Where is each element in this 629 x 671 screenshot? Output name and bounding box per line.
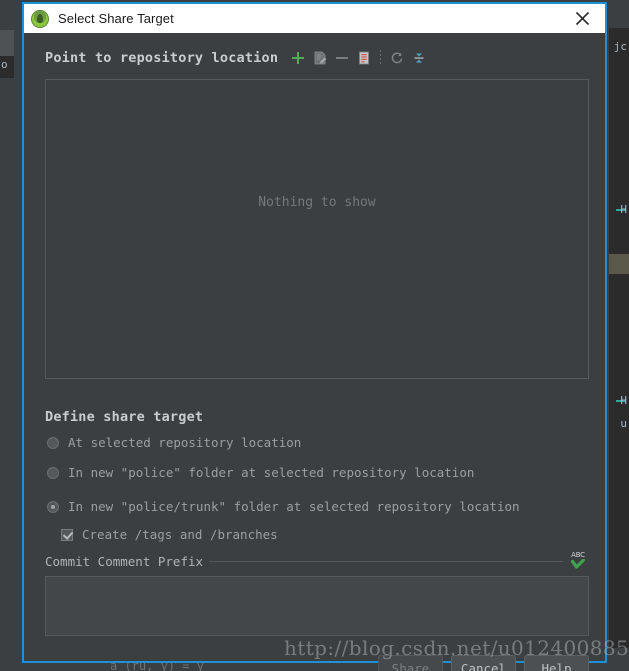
help-button[interactable]: Help: [524, 655, 589, 671]
commit-comment-input[interactable]: [45, 576, 589, 636]
toolbar-separator: [380, 50, 382, 66]
repository-toolbar: Point to repository location: [45, 47, 589, 69]
define-share-target-heading: Define share target: [45, 409, 204, 425]
commit-comment-group-header: Commit Comment Prefix ABC: [45, 551, 589, 569]
add-icon[interactable]: [287, 48, 309, 68]
group-divider: [209, 560, 563, 562]
spellcheck-abc-icon[interactable]: ABC: [567, 549, 589, 571]
refresh-icon[interactable]: [386, 48, 408, 68]
cancel-button[interactable]: Cancel: [451, 655, 516, 671]
background-left-tab: [0, 30, 14, 56]
dialog-titlebar: Select Share Target: [24, 4, 605, 33]
radio-icon: [47, 436, 59, 449]
radio-icon-selected: [47, 500, 59, 513]
toolbar-label: Point to repository location: [45, 50, 279, 66]
tree-empty-message: Nothing to show: [258, 195, 376, 210]
checkbox-create-tags-branches[interactable]: Create /tags and /branches: [61, 527, 278, 542]
radio-new-police-folder[interactable]: In new "police" folder at selected repos…: [47, 465, 474, 480]
background-right-text-2: H: [620, 203, 627, 216]
background-right-editor: [609, 28, 629, 648]
radio-label: In new "police" folder at selected repos…: [68, 465, 475, 480]
background-right-text-3: H: [620, 394, 627, 407]
edit-document-icon[interactable]: [309, 48, 331, 68]
android-green-icon: [31, 9, 49, 28]
dialog-body: Point to repository location Nothing to …: [24, 33, 605, 671]
document-details-icon[interactable]: [353, 48, 375, 68]
radio-label: In new "police/trunk" folder at selected…: [68, 499, 520, 514]
close-icon[interactable]: [560, 4, 605, 33]
commit-comment-title: Commit Comment Prefix: [45, 553, 204, 569]
remove-icon[interactable]: [331, 48, 353, 68]
select-share-target-dialog: Select Share Target Point to repository …: [22, 2, 607, 671]
dialog-title: Select Share Target: [58, 11, 174, 26]
repository-tree-panel[interactable]: Nothing to show: [45, 79, 589, 379]
radio-new-police-trunk-folder[interactable]: In new "police/trunk" folder at selected…: [47, 499, 520, 514]
background-right-highlight: [609, 254, 629, 274]
collapse-all-icon[interactable]: [408, 48, 430, 68]
dialog-button-row: Share Cancel Help: [378, 655, 589, 671]
background-right-strip: jc H H u: [607, 0, 629, 671]
background-left-strip: o: [0, 0, 22, 671]
background-left-text: o: [1, 58, 8, 71]
toolbar-icon-group: [287, 48, 430, 68]
checkbox-label: Create /tags and /branches: [82, 527, 278, 542]
checkbox-icon: [61, 528, 73, 541]
spellcheck-label: ABC: [571, 550, 585, 559]
background-right-text-4: u: [620, 417, 627, 430]
radio-icon: [47, 466, 59, 479]
background-right-text-1: jc: [613, 40, 627, 53]
screen: o jc H H u a (ru, y) = y Select Share Ta…: [0, 0, 629, 671]
radio-at-selected-location[interactable]: At selected repository location: [47, 435, 301, 450]
share-button[interactable]: Share: [378, 655, 443, 671]
radio-label: At selected repository location: [68, 435, 302, 450]
